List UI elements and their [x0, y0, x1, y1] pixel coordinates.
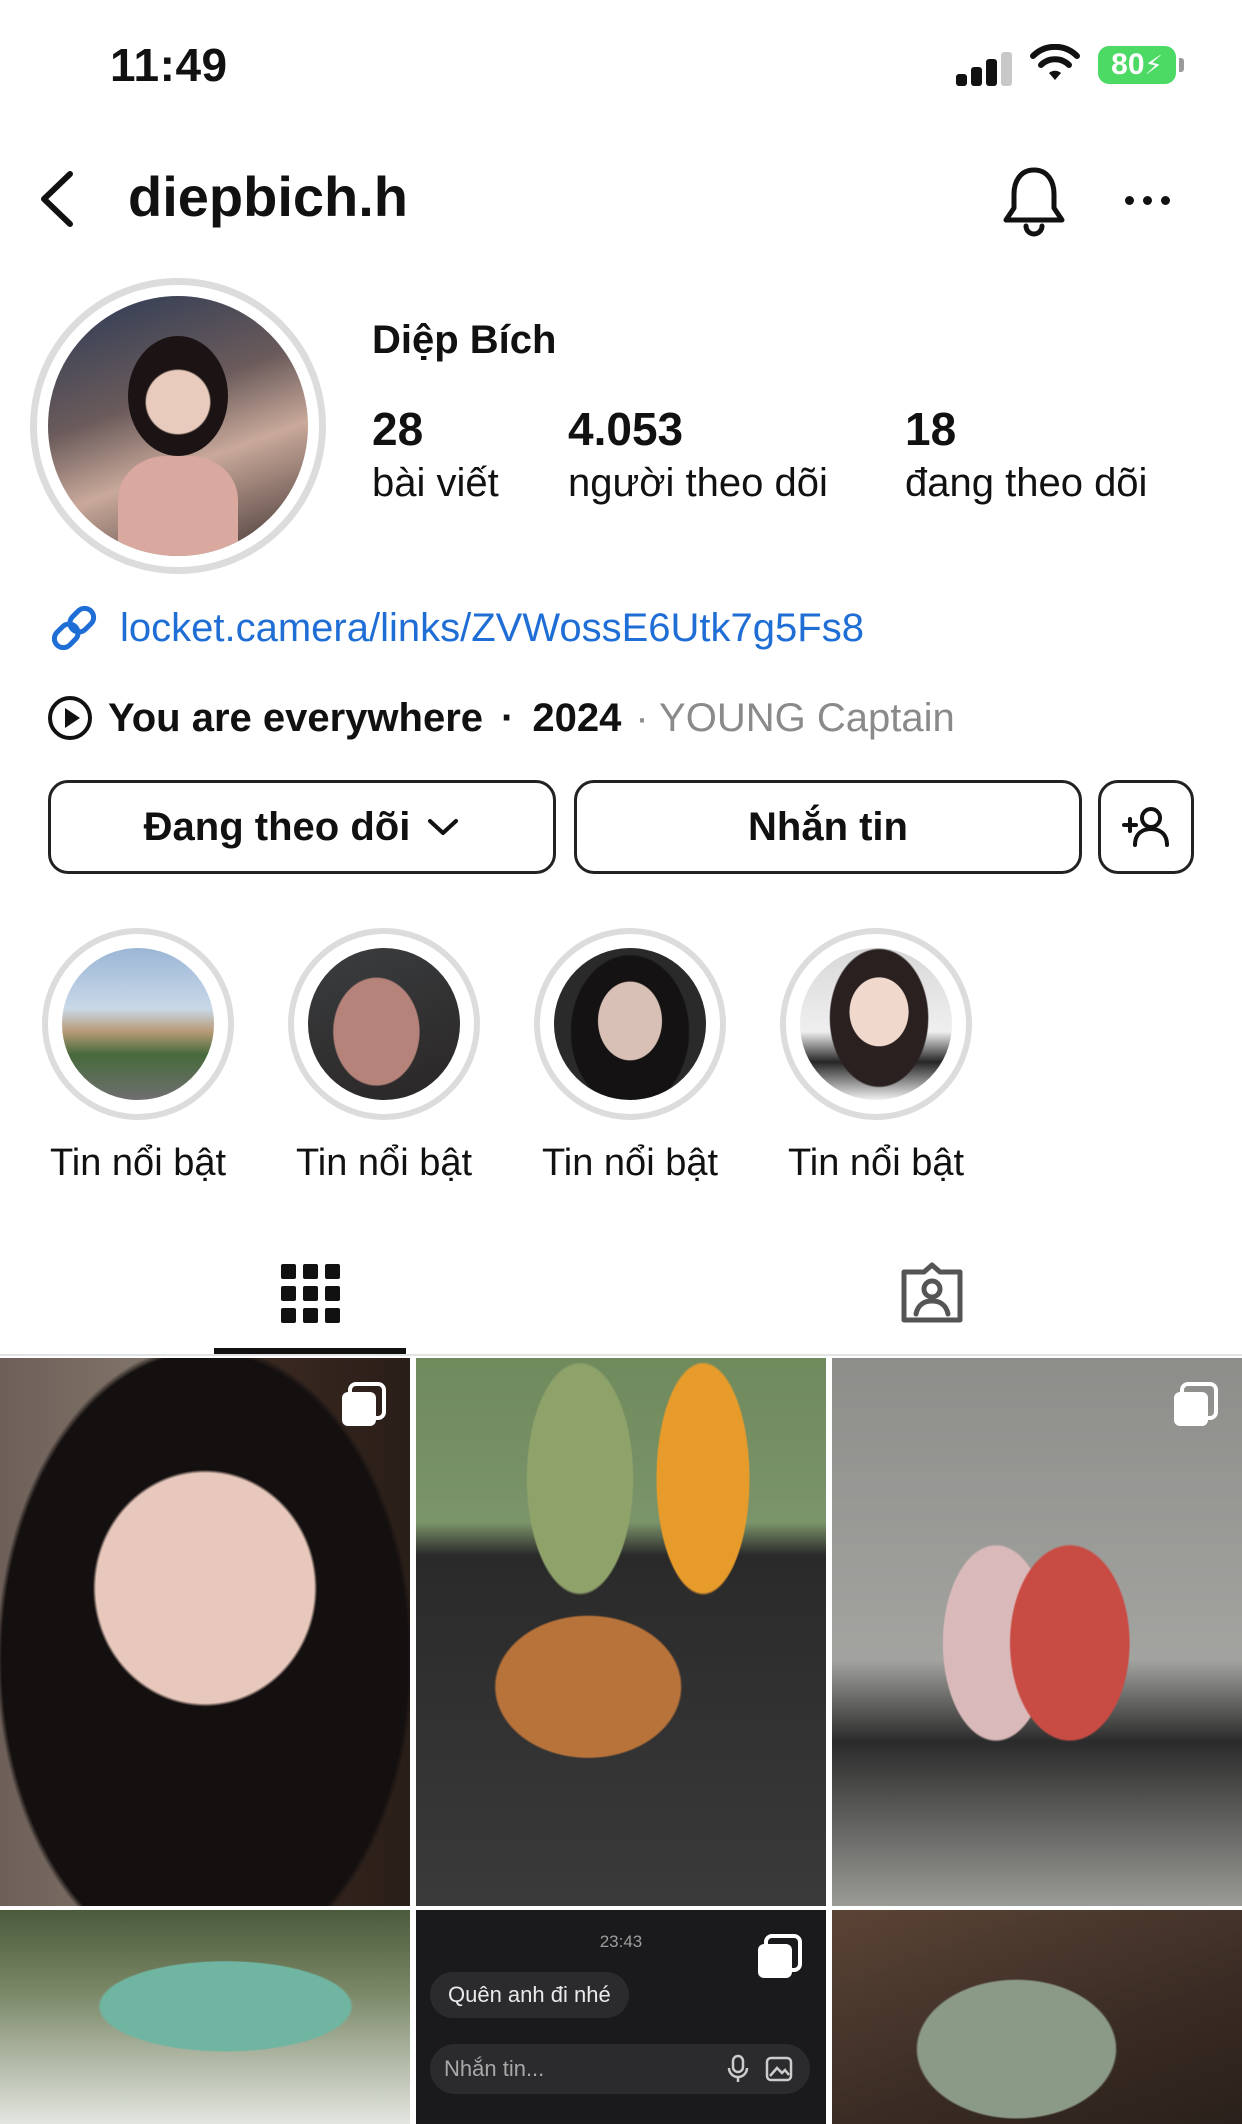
tagged-person-icon: [901, 1262, 963, 1323]
carousel-icon: [758, 1934, 802, 1978]
stat-followers-label: người theo dõi: [568, 461, 828, 505]
play-circle-icon: [48, 696, 92, 740]
highlight-ring: [288, 928, 480, 1120]
stat-posts: 28 bài viết: [372, 402, 499, 510]
highlight-cover: [554, 948, 706, 1100]
music-year: 2024: [532, 695, 622, 740]
post-thumbnail[interactable]: [0, 1358, 410, 1906]
avatar-ring[interactable]: [30, 278, 326, 574]
highlight-cover: [308, 948, 460, 1100]
carousel-icon: [1174, 1382, 1218, 1426]
highlight-ring: [534, 928, 726, 1120]
music-title: You are everywhere: [108, 695, 484, 740]
microphone-icon: [727, 2054, 749, 2082]
highlight-4[interactable]: Tin nổi bật: [776, 928, 976, 1185]
bio-link[interactable]: locket.camera/links/ZVWossE6Utk7g5Fs8: [46, 598, 864, 658]
back-icon[interactable]: [30, 164, 90, 234]
stat-followers[interactable]: 4.053 người theo dõi: [568, 402, 828, 510]
highlight-3[interactable]: Tin nổi bật: [530, 928, 730, 1185]
post-thumbnail[interactable]: [416, 1358, 826, 1906]
highlight-cover: [62, 948, 214, 1100]
music-artist: · YOUNG Captain: [635, 695, 955, 740]
highlight-label: Tin nổi bật: [787, 1142, 965, 1184]
battery-cap: [1179, 58, 1184, 72]
wifi-icon: [1030, 44, 1080, 80]
stat-following-label: đang theo dõi: [905, 461, 1148, 505]
highlight-label: Tin nổi bật: [541, 1142, 719, 1184]
stat-posts-count: 28: [372, 403, 424, 455]
highlight-ring: [42, 928, 234, 1120]
suggest-people-button[interactable]: [1098, 780, 1194, 874]
highlight-1[interactable]: Tin nổi bật: [38, 928, 238, 1185]
highlight-2[interactable]: Tin nổi bật: [284, 928, 484, 1185]
chat-preview-placeholder: Nhắn tin...: [444, 2056, 545, 2081]
chat-preview-bubble: Quên anh đi nhé: [430, 1972, 629, 2018]
battery-icon: 80 ⚡: [1098, 46, 1176, 84]
status-bar: 11:49 80 ⚡: [0, 0, 1242, 130]
header-username: diepbich.h: [128, 165, 408, 228]
following-button[interactable]: Đang theo dõi: [48, 780, 556, 874]
highlight-cover: [800, 948, 952, 1100]
profile-header: diepbich.h: [0, 150, 1242, 250]
display-name: Diệp Bích: [372, 318, 557, 362]
link-icon: [51, 605, 97, 651]
message-button-label: Nhắn tin: [748, 804, 908, 849]
message-button[interactable]: Nhắn tin: [574, 780, 1082, 874]
stat-following-count: 18: [905, 403, 957, 455]
highlight-label: Tin nổi bật: [295, 1142, 473, 1184]
bio-link-text[interactable]: locket.camera/links/ZVWossE6Utk7g5Fs8: [120, 606, 864, 651]
tab-tagged[interactable]: [836, 1230, 1028, 1356]
chevron-down-icon: [428, 819, 459, 835]
stat-followers-count: 4.053: [568, 403, 684, 455]
profile-music[interactable]: You are everywhere · 2024 · YOUNG Captai…: [46, 690, 955, 746]
grid-icon: [280, 1263, 340, 1323]
following-button-label: Đang theo dõi: [143, 804, 411, 849]
image-icon: [765, 2056, 793, 2082]
battery-level: 80: [1111, 48, 1145, 81]
post-thumbnail[interactable]: 23:43 Quên anh đi nhé Nhắn tin...: [416, 1910, 826, 2124]
stat-posts-label: bài viết: [372, 461, 499, 505]
chat-preview-input: Nhắn tin...: [430, 2044, 810, 2094]
highlight-ring: [780, 928, 972, 1120]
post-thumbnail[interactable]: [832, 1910, 1242, 2124]
add-person-icon: [1122, 807, 1169, 847]
carousel-icon: [342, 1382, 386, 1426]
post-thumbnail[interactable]: [832, 1358, 1242, 1906]
tab-posts-grid[interactable]: [214, 1230, 406, 1356]
chat-preview-icons: [726, 2054, 794, 2084]
avatar: [48, 296, 308, 556]
cellular-signal-icon: [956, 52, 1012, 86]
highlight-label: Tin nổi bật: [49, 1142, 227, 1184]
status-time: 11:49: [110, 39, 228, 91]
bell-icon[interactable]: [996, 160, 1072, 240]
post-thumbnail[interactable]: [0, 1910, 410, 2124]
music-separator: ·: [501, 695, 515, 740]
tabs-divider: [0, 1354, 1242, 1356]
profile-tabs: [0, 1230, 1242, 1356]
stat-following[interactable]: 18 đang theo dõi: [905, 402, 1147, 510]
more-options-icon[interactable]: [1112, 160, 1182, 240]
